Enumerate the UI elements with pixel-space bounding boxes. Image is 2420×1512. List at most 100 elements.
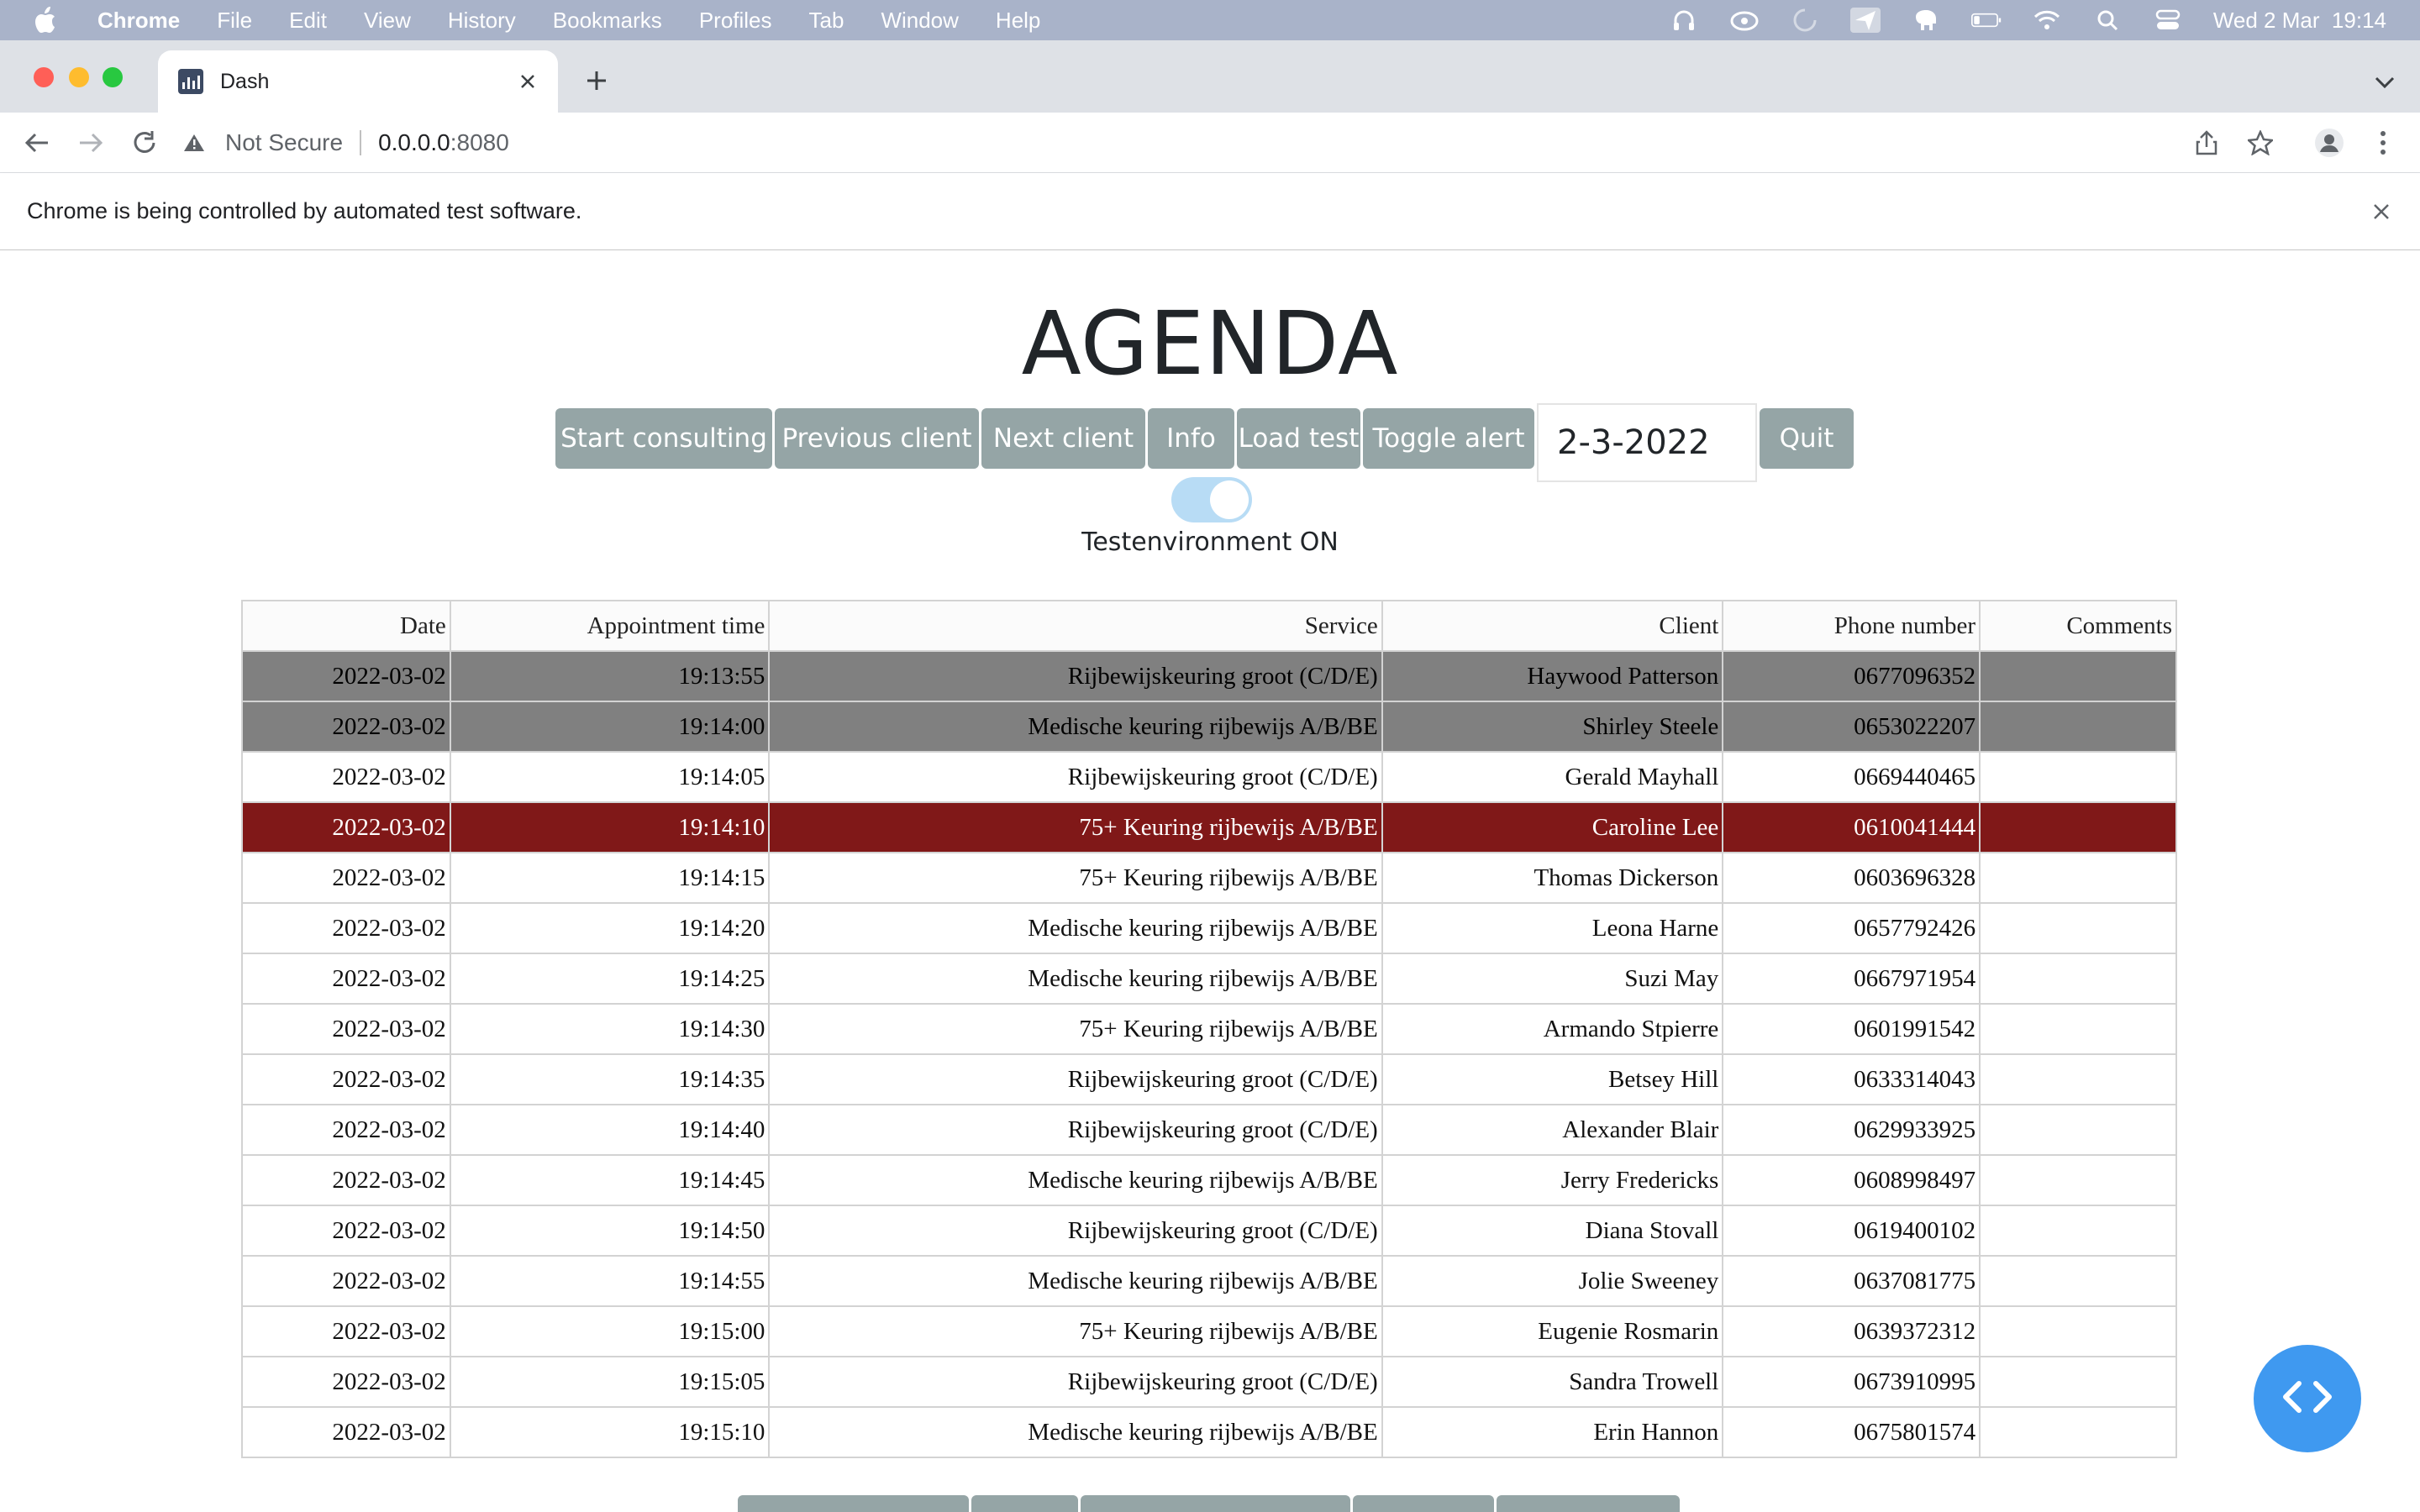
infobar-close-icon[interactable] xyxy=(2365,195,2398,228)
table-row[interactable]: 2022-03-02 19:15:00 75+ Keuring rijbewijs … xyxy=(241,1305,2177,1357)
menu-bookmarks[interactable]: Bookmarks xyxy=(553,8,662,34)
cell-client: Thomas Dickerson xyxy=(1381,852,1724,904)
menu-app-name[interactable]: Chrome xyxy=(97,8,180,34)
tab-close-icon[interactable] xyxy=(511,65,544,98)
cell-phone-number: 0677096352 xyxy=(1722,650,1981,702)
table-row[interactable]: 2022-03-02 19:15:10 Medische keuring rijbe… xyxy=(241,1406,2177,1458)
table-row[interactable]: 2022-03-02 19:14:15 75+ Keuring rijbewijs … xyxy=(241,852,2177,904)
cell-date: 2022-03-02 xyxy=(241,953,451,1005)
menu-help[interactable]: Help xyxy=(996,8,1040,34)
cell-comments xyxy=(1979,1053,2177,1105)
cell-client: Jerry Fredericks xyxy=(1381,1154,1724,1206)
toggle-alert-button[interactable]: Toggle alert xyxy=(1363,408,1534,469)
window-minimize-button[interactable] xyxy=(69,67,89,87)
previous-client-button[interactable]: Previous client xyxy=(775,408,979,469)
column-header-service[interactable]: Service xyxy=(768,600,1383,652)
profile-avatar-icon[interactable] xyxy=(2311,124,2348,161)
table-row[interactable]: 2022-03-02 19:14:45 Medische keuring rijbe… xyxy=(241,1154,2177,1206)
headphones-icon[interactable] xyxy=(1669,8,1699,33)
menu-tab[interactable]: Tab xyxy=(809,8,844,34)
agenda-table-body: 2022-03-02 19:13:55 Rijbewijskeuring groot… xyxy=(241,650,2177,1458)
bottom-button-partial[interactable] xyxy=(1081,1495,1350,1512)
test-environment-toggle[interactable] xyxy=(1171,477,1252,522)
table-row[interactable]: 2022-03-02 19:13:55 Rijbewijskeuring groot… xyxy=(241,650,2177,702)
window-zoom-button[interactable] xyxy=(103,67,123,87)
start-consulting-button[interactable]: Start consulting xyxy=(555,408,772,469)
back-arrow-icon[interactable] xyxy=(18,124,55,161)
table-row[interactable]: 2022-03-02 19:14:30 75+ Keuring rijbewijs … xyxy=(241,1003,2177,1055)
cell-service: Rijbewijskeuring groot (C/D/E) xyxy=(768,1104,1383,1156)
kebab-menu-icon[interactable] xyxy=(2365,124,2402,161)
creative-cloud-icon[interactable] xyxy=(1729,8,1760,33)
menu-file[interactable]: File xyxy=(217,8,252,34)
cell-phone-number: 0667971954 xyxy=(1722,953,1981,1005)
table-row[interactable]: 2022-03-02 19:14:25 Medische keuring rijbe… xyxy=(241,953,2177,1005)
browser-tab-active[interactable]: Dash xyxy=(158,50,558,113)
table-row[interactable]: 2022-03-02 19:14:10 75+ Keuring rijbewijs … xyxy=(241,801,2177,853)
menu-edit[interactable]: Edit xyxy=(289,8,327,34)
code-toggle-button[interactable] xyxy=(2254,1345,2361,1452)
cell-date: 2022-03-02 xyxy=(241,751,451,803)
date-input[interactable]: 2-3-2022 xyxy=(1537,403,1757,482)
quit-button[interactable]: Quit xyxy=(1760,408,1854,469)
table-row[interactable]: 2022-03-02 19:14:20 Medische keuring rijbe… xyxy=(241,902,2177,954)
cell-date: 2022-03-02 xyxy=(241,1154,451,1206)
address-bar[interactable]: Not Secure 0.0.0.0:8080 xyxy=(183,119,2191,166)
tab-search-chevron-icon[interactable] xyxy=(2370,67,2400,97)
bottom-button-partial[interactable] xyxy=(1353,1495,1494,1512)
table-row[interactable]: 2022-03-02 19:14:40 Rijbewijskeuring groot… xyxy=(241,1104,2177,1156)
bottom-button-row-partial xyxy=(738,1495,1682,1512)
menu-window[interactable]: Window xyxy=(881,8,958,34)
bookmark-star-icon[interactable] xyxy=(2242,124,2279,161)
not-secure-warning-icon[interactable] xyxy=(183,130,208,155)
menubar-clock[interactable]: Wed 2 Mar 19:14 xyxy=(2213,8,2386,34)
next-client-button[interactable]: Next client xyxy=(981,408,1145,469)
menu-profiles[interactable]: Profiles xyxy=(699,8,772,34)
elephant-icon[interactable] xyxy=(1911,8,1941,33)
reload-icon[interactable] xyxy=(126,124,163,161)
info-button[interactable]: Info xyxy=(1148,408,1234,469)
cell-date: 2022-03-02 xyxy=(241,650,451,702)
control-center-icon[interactable] xyxy=(2153,8,2183,33)
column-header-date[interactable]: Date xyxy=(241,600,451,652)
security-label[interactable]: Not Secure xyxy=(225,129,343,156)
menu-history[interactable]: History xyxy=(448,8,516,34)
forward-arrow-icon[interactable] xyxy=(72,124,109,161)
table-row[interactable]: 2022-03-02 19:14:50 Rijbewijskeuring groot… xyxy=(241,1205,2177,1257)
load-test-button[interactable]: Load test xyxy=(1237,408,1360,469)
column-header-client[interactable]: Client xyxy=(1381,600,1724,652)
bottom-button-partial[interactable] xyxy=(1497,1495,1680,1512)
sync-spinner-icon[interactable] xyxy=(1790,8,1820,33)
table-row[interactable]: 2022-03-02 19:14:55 Medische keuring rijbe… xyxy=(241,1255,2177,1307)
url-port: :8080 xyxy=(450,129,509,155)
column-header-comments[interactable]: Comments xyxy=(1979,600,2177,652)
window-close-button[interactable] xyxy=(34,67,54,87)
apple-icon[interactable] xyxy=(34,7,67,34)
cell-comments xyxy=(1979,751,2177,803)
column-header-phone-number[interactable]: Phone number xyxy=(1722,600,1981,652)
cell-date: 2022-03-02 xyxy=(241,1305,451,1357)
bottom-button-partial[interactable] xyxy=(738,1495,969,1512)
cell-date: 2022-03-02 xyxy=(241,1053,451,1105)
cell-date: 2022-03-02 xyxy=(241,902,451,954)
table-row[interactable]: 2022-03-02 19:14:05 Rijbewijskeuring groot… xyxy=(241,751,2177,803)
table-row[interactable]: 2022-03-02 19:15:05 Rijbewijskeuring groot… xyxy=(241,1356,2177,1408)
cell-appointment-time: 19:14:30 xyxy=(449,1003,771,1055)
menu-view[interactable]: View xyxy=(364,8,411,34)
cell-service: 75+ Keuring rijbewijs A/B/BE xyxy=(768,1305,1383,1357)
column-header-appointment-time[interactable]: Appointment time xyxy=(449,600,771,652)
new-tab-plus-icon[interactable] xyxy=(580,64,613,97)
battery-icon[interactable] xyxy=(1970,8,2002,33)
cell-service: Medische keuring rijbewijs A/B/BE xyxy=(768,953,1383,1005)
search-icon[interactable] xyxy=(2092,8,2123,33)
cell-appointment-time: 19:14:35 xyxy=(449,1053,771,1105)
cell-client: Haywood Patterson xyxy=(1381,650,1724,702)
send-icon[interactable] xyxy=(1849,8,1881,33)
table-row[interactable]: 2022-03-02 19:14:35 Rijbewijskeuring groot… xyxy=(241,1053,2177,1105)
share-icon[interactable] xyxy=(2188,124,2225,161)
url-text[interactable]: 0.0.0.0:8080 xyxy=(378,129,509,156)
wifi-icon[interactable] xyxy=(2032,8,2062,33)
bottom-button-partial[interactable] xyxy=(971,1495,1078,1512)
page-title: AGENDA xyxy=(1021,292,1399,395)
table-row[interactable]: 2022-03-02 19:14:00 Medische keuring rijbe… xyxy=(241,701,2177,753)
